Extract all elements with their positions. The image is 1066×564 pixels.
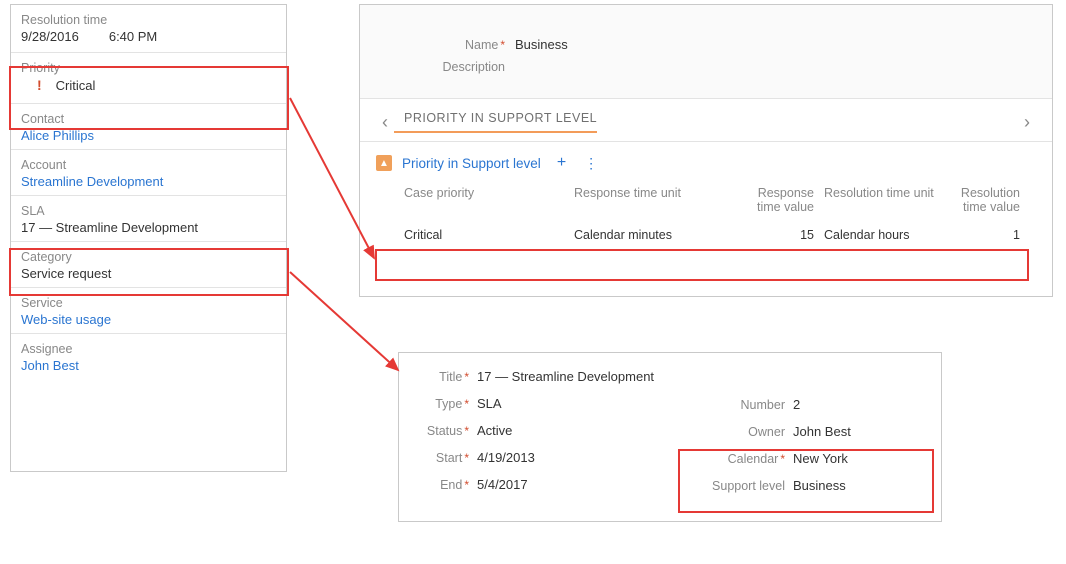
cell-resolution-time-unit: Calendar hours [824, 228, 944, 242]
cell-response-time-value: 15 [734, 228, 824, 242]
tab-priority-support-level[interactable]: PRIORITY IN SUPPORT LEVEL [394, 111, 597, 133]
sla-label: SLA [11, 196, 286, 220]
cell-resolution-time-value: 1 [944, 228, 1024, 242]
tab-bar: ‹ PRIORITY IN SUPPORT LEVEL › [360, 99, 1052, 142]
col-response-time-value[interactable]: Response time value [734, 186, 824, 214]
type-value[interactable]: SLA [469, 396, 681, 411]
grid-header: Case priority Response time unit Respons… [404, 182, 1036, 218]
owner-value[interactable]: John Best [785, 424, 933, 439]
section-header: ▲ Priority in Support level + ⋮ [360, 142, 1052, 178]
priority-value[interactable]: ! Critical [11, 77, 286, 103]
priority-label: Priority [11, 53, 286, 77]
support-level-panel: Name* Business Description ‹ PRIORITY IN… [359, 4, 1053, 297]
assignee-label: Assignee [11, 334, 286, 358]
resolution-time-label: Resolution time [11, 5, 286, 29]
support-level-form: Name* Business Description [360, 5, 1052, 99]
owner-label: Owner [687, 425, 785, 439]
cell-response-time-unit: Calendar minutes [574, 228, 734, 242]
more-actions-icon[interactable]: ⋮ [582, 155, 600, 172]
description-field-label: Description [360, 60, 505, 74]
end-label: End* [411, 478, 469, 492]
service-label: Service [11, 288, 286, 312]
support-level-label: Support level [687, 479, 785, 493]
tab-prev-icon[interactable]: ‹ [376, 112, 394, 133]
col-resolution-time-value[interactable]: Resolution time value [944, 186, 1024, 214]
cell-case-priority: Critical [404, 228, 574, 242]
critical-icon: ! [37, 77, 42, 93]
calendar-value[interactable]: New York [785, 451, 933, 466]
priority-text: Critical [56, 78, 96, 93]
contact-value[interactable]: Alice Phillips [11, 128, 286, 149]
grid-row[interactable]: Critical Calendar minutes 15 Calendar ho… [404, 218, 1036, 250]
col-resolution-time-unit[interactable]: Resolution time unit [824, 186, 944, 200]
priority-grid: Case priority Response time unit Respons… [360, 178, 1052, 250]
col-case-priority[interactable]: Case priority [404, 186, 574, 200]
type-label: Type* [411, 397, 469, 411]
end-value[interactable]: 5/4/2017 [469, 477, 681, 492]
start-label: Start* [411, 451, 469, 465]
resolution-time: 6:40 PM [109, 29, 157, 44]
resolution-date: 9/28/2016 [21, 29, 79, 44]
section-title[interactable]: Priority in Support level [402, 156, 541, 171]
name-field-label: Name* [360, 38, 505, 52]
calendar-label: Calendar* [687, 452, 785, 466]
sla-value[interactable]: 17 — Streamline Development [11, 220, 286, 241]
status-value[interactable]: Active [469, 423, 681, 438]
add-row-button[interactable]: + [551, 154, 572, 172]
contact-label: Contact [11, 104, 286, 128]
tab-next-icon[interactable]: › [1018, 112, 1036, 133]
start-value[interactable]: 4/19/2013 [469, 450, 681, 465]
account-label: Account [11, 150, 286, 174]
case-details-panel: Resolution time 9/28/2016 6:40 PM Priori… [10, 4, 287, 472]
col-response-time-unit[interactable]: Response time unit [574, 186, 734, 200]
category-value[interactable]: Service request [11, 266, 286, 287]
resolution-time-value: 9/28/2016 6:40 PM [11, 29, 286, 52]
category-label: Category [11, 242, 286, 266]
service-value[interactable]: Web-site usage [11, 312, 286, 333]
account-value[interactable]: Streamline Development [11, 174, 286, 195]
collapse-toggle-icon[interactable]: ▲ [376, 155, 392, 171]
support-level-value[interactable]: Business [785, 478, 933, 493]
assignee-value[interactable]: John Best [11, 358, 286, 379]
name-field-value[interactable]: Business [505, 37, 1052, 52]
number-value[interactable]: 2 [785, 397, 933, 412]
title-value[interactable]: 17 — Streamline Development [469, 369, 929, 384]
status-label: Status* [411, 424, 469, 438]
sla-record-panel: Title* 17 — Streamline Development Type*… [398, 352, 942, 522]
number-label: Number [687, 398, 785, 412]
title-label: Title* [411, 370, 469, 384]
